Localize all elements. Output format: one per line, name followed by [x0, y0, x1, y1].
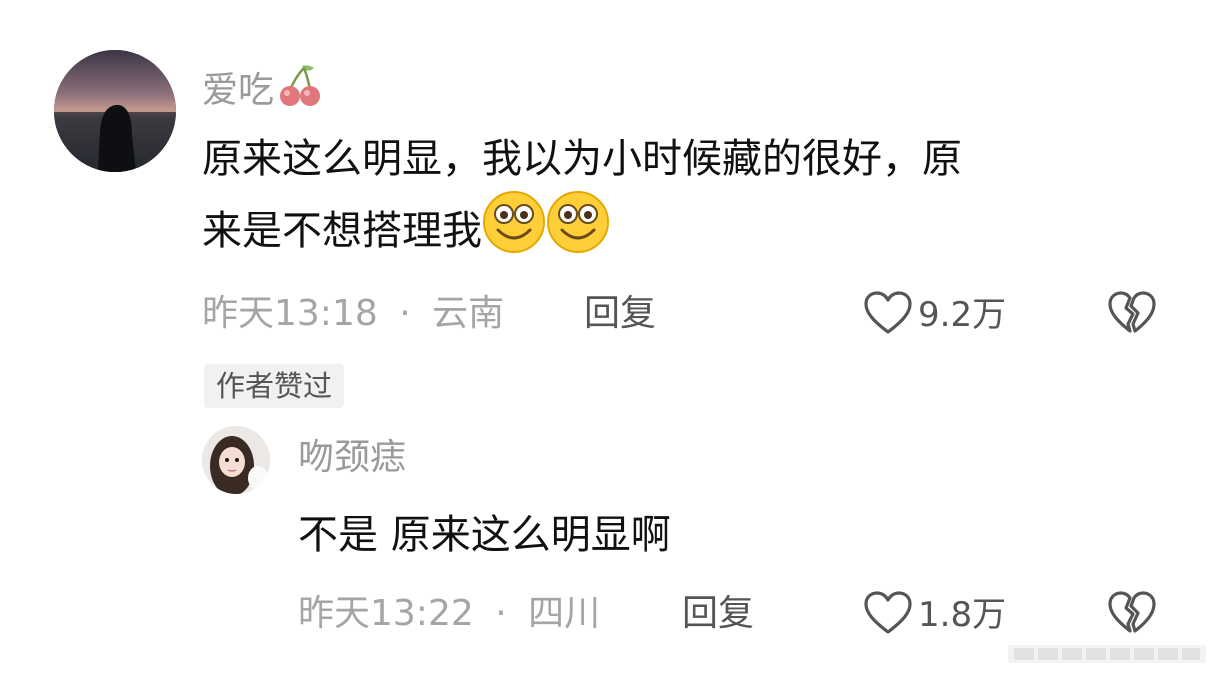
comment-time: 昨天13:18	[202, 293, 378, 334]
cherry-icon	[278, 62, 322, 117]
reply-button[interactable]: 回复	[584, 296, 656, 332]
watermark	[1008, 641, 1206, 667]
replier-username[interactable]: 吻颈痣	[298, 440, 406, 476]
replier-avatar[interactable]	[202, 426, 270, 494]
reply-meta: 昨天13:22 · 四川	[298, 596, 600, 632]
reply-time: 昨天13:22	[298, 593, 474, 634]
reply-like-count: 1.8万	[918, 595, 1007, 635]
meta-separator: ·	[495, 593, 507, 634]
grinning-face-emoji	[546, 190, 610, 272]
like-button[interactable]: 9.2万	[862, 290, 1006, 340]
username-text[interactable]: 爱吃	[202, 70, 274, 111]
comment-text-line-2: 来是不想搭理我	[202, 190, 962, 272]
grinning-face-emoji	[482, 190, 546, 272]
like-count: 9.2万	[918, 295, 1007, 335]
comment-text-line-2-text: 来是不想搭理我	[202, 208, 482, 254]
dislike-button[interactable]	[1106, 290, 1158, 340]
comment-meta: 昨天13:18 · 云南	[202, 296, 504, 332]
meta-separator: ·	[399, 293, 411, 334]
comment-location: 云南	[432, 293, 505, 334]
broken-heart-icon[interactable]	[1106, 590, 1158, 640]
reply-reply-button[interactable]: 回复	[682, 596, 754, 632]
commenter-avatar[interactable]	[54, 50, 176, 172]
reply-location: 四川	[528, 593, 601, 634]
reply-like-button[interactable]: 1.8万	[862, 590, 1006, 640]
broken-heart-icon[interactable]	[1106, 290, 1158, 340]
reply-dislike-button[interactable]	[1106, 590, 1158, 640]
heart-icon[interactable]	[862, 590, 914, 640]
reply-text: 不是 原来这么明显啊	[298, 512, 671, 558]
comment-text-line-1: 原来这么明显，我以为小时候藏的很好，原	[202, 136, 962, 182]
comment-text: 原来这么明显，我以为小时候藏的很好，原 来是不想搭理我	[202, 128, 962, 272]
author-liked-badge: 作者赞过	[204, 364, 345, 408]
commenter-username[interactable]: 爱吃	[202, 62, 322, 117]
heart-icon[interactable]	[862, 290, 914, 340]
